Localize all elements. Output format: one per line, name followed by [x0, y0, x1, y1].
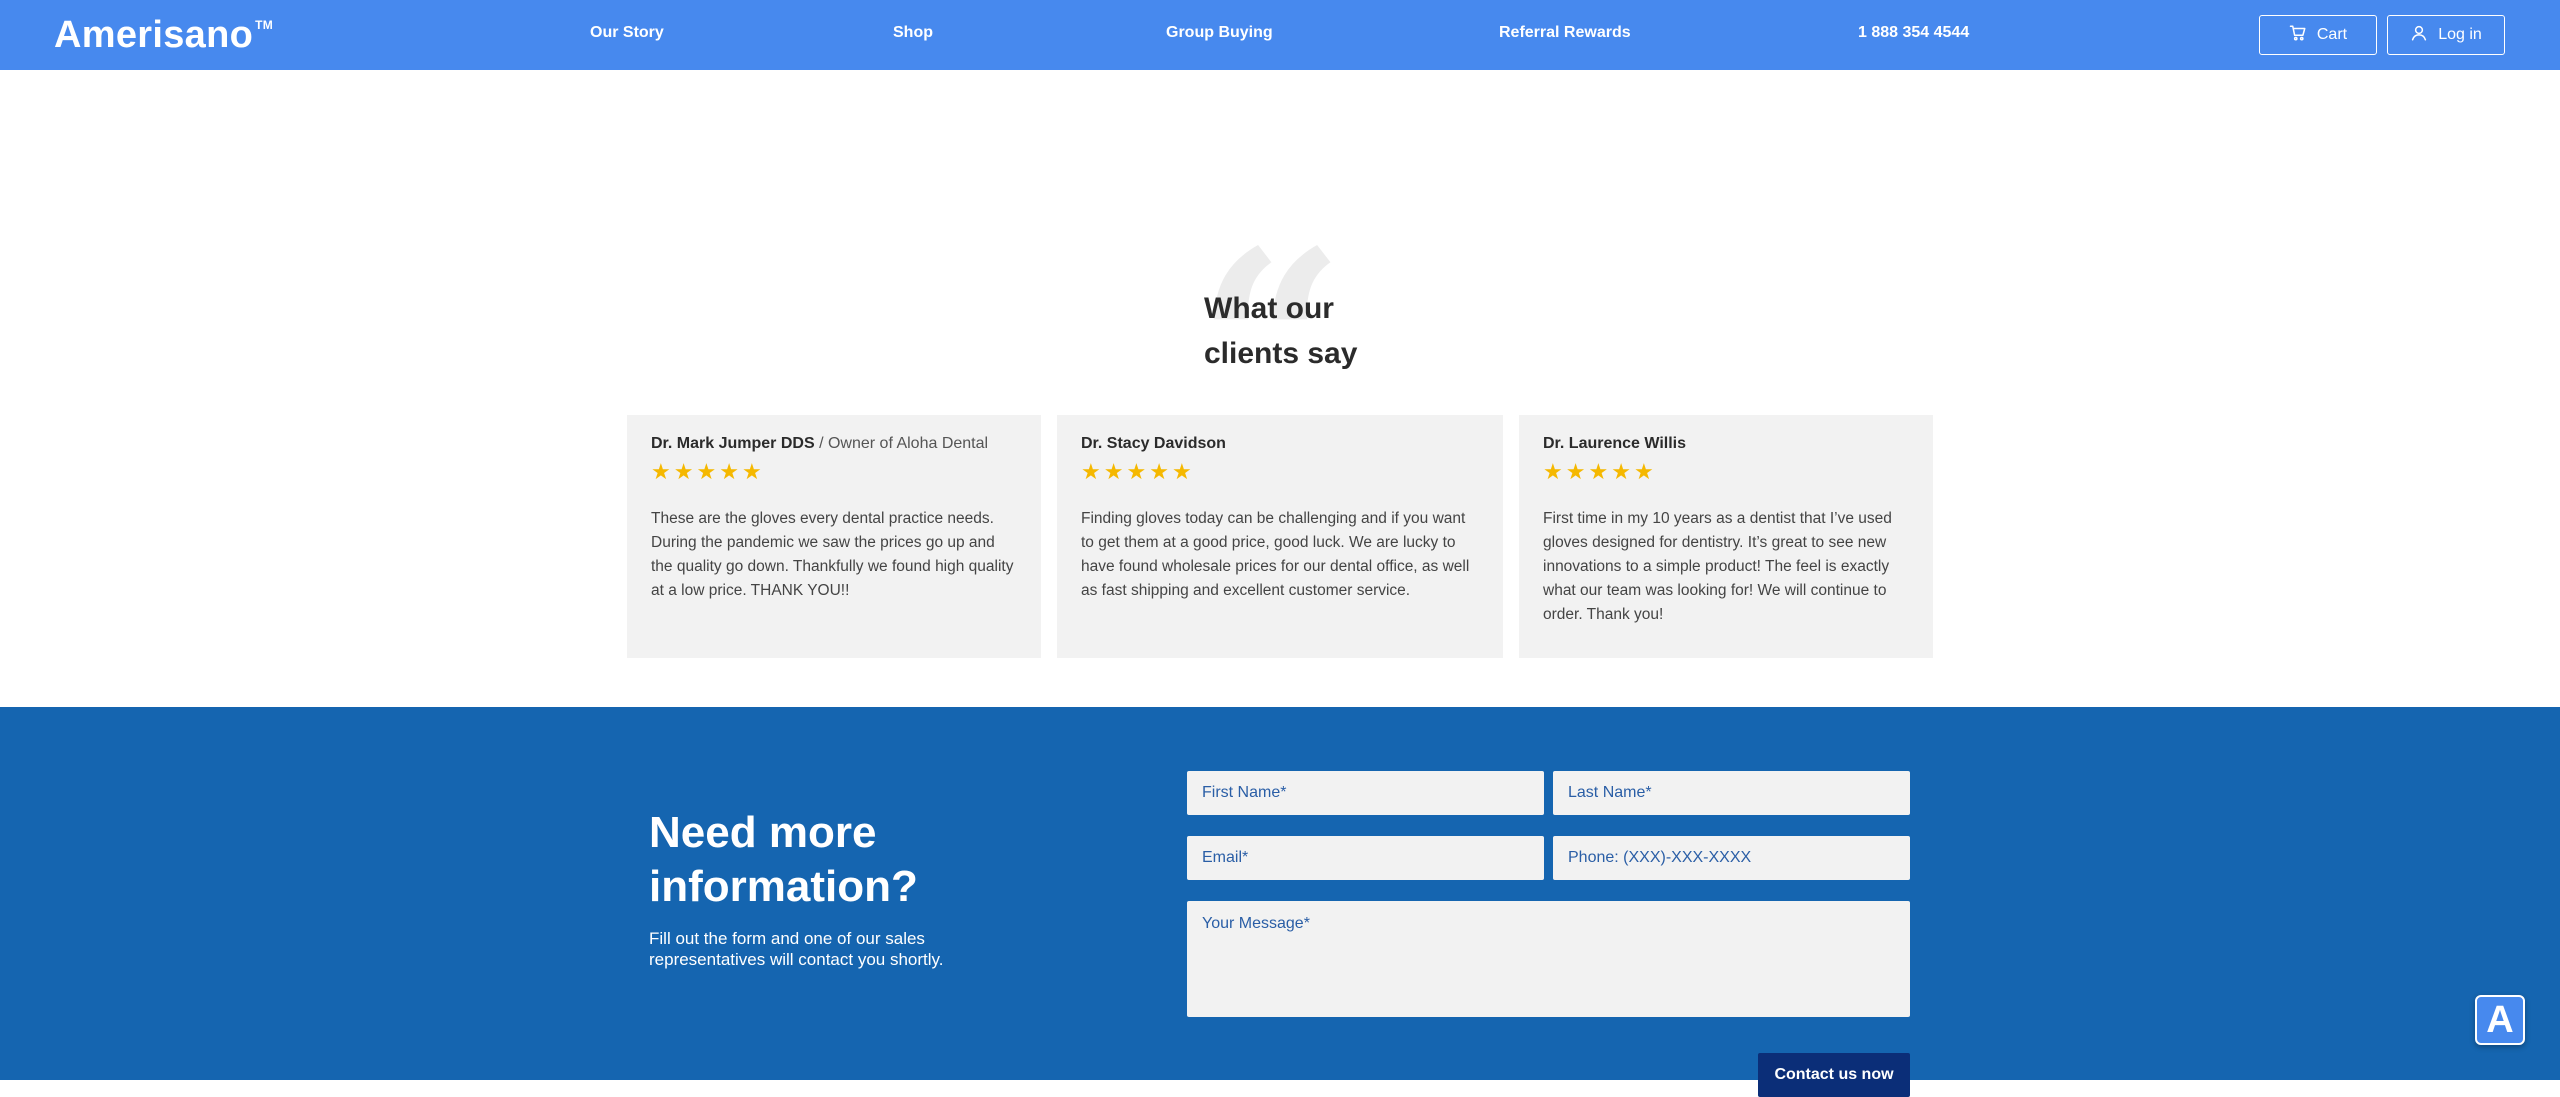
star-icon: ★ [1103, 459, 1124, 484]
testimonials-title: What our clients say [1204, 286, 1464, 376]
star-icon: ★ [696, 459, 717, 484]
testimonial-text: These are the gloves every dental practi… [651, 510, 1014, 599]
author-separator: / [819, 435, 824, 452]
message-field[interactable] [1187, 901, 1910, 1017]
star-icon: ★ [1149, 459, 1169, 484]
testimonial-author: Dr. Stacy Davidson [1081, 435, 1479, 453]
star-icon: ★ [741, 459, 762, 484]
contact-title: Need more information? [649, 808, 918, 911]
star-icon: ★ [1565, 459, 1586, 484]
cart-label: Cart [2316, 26, 2348, 43]
testimonial-text: Finding gloves today can be challenging … [1081, 510, 1470, 599]
author-role: Owner of Aloha Dental [827, 435, 989, 452]
star-rating: ★ ★ ★ ★ ★ [1081, 461, 1479, 483]
nav-referral-rewards[interactable]: Referral Rewards [1499, 24, 1631, 42]
testimonials-title-line2: clients say [1204, 337, 1358, 370]
star-icon: ★ [651, 459, 671, 484]
testimonial-author: Dr. Laurence Willis [1543, 435, 1909, 453]
login-button[interactable]: Log in [2387, 15, 2505, 55]
phone-field[interactable] [1553, 836, 1910, 880]
star-icon: ★ [719, 459, 739, 484]
cart-icon [2289, 24, 2307, 47]
testimonial-text: First time in my 10 years as a dentist t… [1543, 510, 1892, 623]
star-icon: ★ [1171, 459, 1192, 484]
nav-group-buying[interactable]: Group Buying [1166, 24, 1273, 42]
user-icon [2410, 24, 2428, 47]
star-rating: ★ ★ ★ ★ ★ [1543, 461, 1909, 483]
nav-shop[interactable]: Shop [893, 24, 933, 42]
cart-button[interactable]: Cart [2259, 15, 2377, 55]
testimonial-card: Dr. Mark Jumper DDS / Owner of Aloha Den… [627, 415, 1041, 658]
star-rating: ★ ★ ★ ★ ★ [651, 461, 1017, 483]
nav-phone-number[interactable]: 1 888 354 4544 [1858, 24, 1969, 42]
star-icon: ★ [673, 459, 694, 484]
trademark-mark: TM [255, 18, 274, 32]
accessibility-widget-button[interactable]: A [2475, 995, 2525, 1045]
author-name: Dr. Stacy Davidson [1081, 435, 1226, 452]
brand-logo-text: Amerisano [54, 14, 254, 56]
brand-logo[interactable]: Amerisano TM [54, 14, 273, 57]
contact-subtitle: Fill out the form and one of our sales r… [649, 929, 944, 969]
first-name-field[interactable] [1187, 771, 1544, 815]
star-icon: ★ [1633, 459, 1654, 484]
star-icon: ★ [1081, 459, 1101, 484]
testimonial-card: Dr. Stacy Davidson ★ ★ ★ ★ ★ Finding gloves … [1057, 415, 1503, 658]
nav-our-story[interactable]: Our Story [590, 24, 664, 42]
star-icon: ★ [1126, 459, 1147, 484]
top-navbar: Amerisano TM Our Story Shop Group Buying … [0, 0, 2560, 70]
author-name: Dr. Laurence Willis [1543, 435, 1687, 452]
star-icon: ★ [1543, 459, 1563, 484]
testimonials-title-line1: What our [1204, 292, 1334, 325]
testimonial-author: Dr. Mark Jumper DDS / Owner of Aloha Den… [651, 435, 1017, 453]
star-icon: ★ [1611, 459, 1631, 484]
contact-section: Need more information? Fill out the form… [0, 707, 2560, 1097]
login-label: Log in [2438, 26, 2482, 43]
last-name-field[interactable] [1553, 771, 1910, 815]
author-name: Dr. Mark Jumper DDS [651, 435, 815, 452]
star-icon: ★ [1588, 459, 1609, 484]
testimonial-card: Dr. Laurence Willis ★ ★ ★ ★ ★ First time in … [1519, 415, 1933, 658]
contact-submit-button[interactable]: Contact us now [1758, 1053, 1910, 1097]
email-field[interactable] [1187, 836, 1544, 880]
